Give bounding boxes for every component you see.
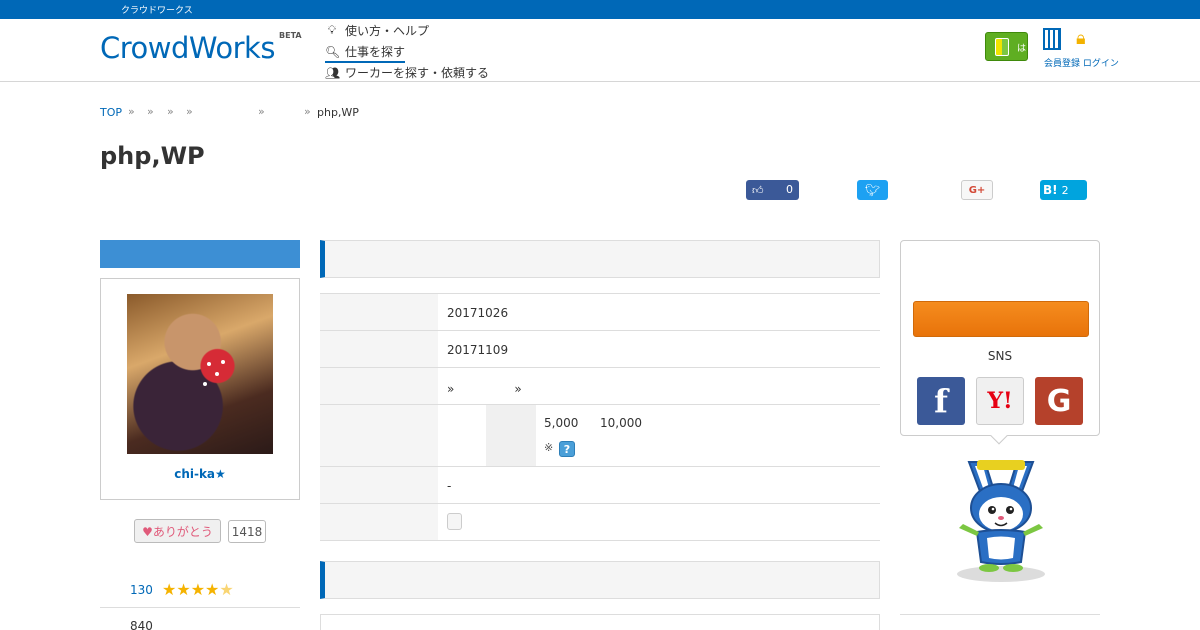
nav-find-workers-label: ワーカーを探す・依頼する [345,66,490,80]
facebook-icon: f [934,382,948,420]
table-row: - [320,467,880,504]
sns-login-label: SNS [987,349,1013,363]
nav-find-workers[interactable]: 👥︎ ワーカーを探す・依頼する [325,64,489,81]
avatar-detail [203,382,207,386]
table-row: 20171026 [320,294,880,331]
google-plus-button[interactable]: G+ [961,180,993,200]
table-row: 20171109 [320,331,880,368]
nav-find-jobs[interactable]: 🔍︎ 仕事を探す [325,43,406,63]
table-row: » » [320,368,880,405]
logo-beta-badge: BETA [279,31,302,40]
client-profile-card: chi-ka★ [100,278,300,500]
breadcrumb-separator: » [186,105,193,118]
row-label [320,331,438,367]
apply-button[interactable] [913,301,1089,337]
table-row [320,504,880,541]
search-icon: 🔍︎ [325,44,341,59]
breadcrumb-top-link[interactable]: TOP [100,106,122,119]
twitter-bird-icon: 🐦︎ [864,183,881,197]
nav-find-jobs-label: 仕事を探す [345,45,406,59]
row-label [320,294,438,330]
budget-min: 5,000 [544,416,579,430]
job-details-section-header [320,240,880,278]
divider [100,607,300,608]
account-links[interactable]: 会員登録 ログイン [1044,56,1119,69]
breadcrumb-separator: » [167,105,174,118]
avatar-detail [221,360,225,364]
nav-help[interactable]: 💡︎ 使い方・ヘルプ [325,22,429,39]
job-category: » » [447,382,522,396]
breadcrumb-separator: » [304,105,311,118]
rating-count[interactable]: 130 [130,583,153,597]
hatena-bookmark-icon: B! [1043,183,1058,197]
star-icons: ★★★★ [162,580,220,599]
help-question-icon[interactable]: ? [559,441,575,457]
beginner-guide-button[interactable]: はじめての方 [985,32,1071,61]
yahoo-login-button[interactable]: Y! [976,377,1024,425]
job-description-section-header [320,561,880,599]
budget-note-mark: ※ [544,441,554,454]
twitter-share-button[interactable]: 🐦︎ [857,180,888,200]
thanks-button[interactable]: ♥ありがとう [134,519,221,543]
avatar-detail [215,372,219,376]
row-label [320,504,438,540]
google-login-button[interactable]: G [1035,377,1083,425]
row-label [320,368,438,404]
table-row: 5,000 10,000 ※ ? [320,405,880,467]
apply-panel: SNS f Y! G [900,240,1100,436]
lightbulb-icon: 💡︎ [327,23,337,37]
application-deadline: 20171109 [447,343,509,357]
top-bar-text: クラウドワークス [121,6,193,16]
breadcrumb-current: php,WP [317,106,359,119]
users-icon: 👥︎ [325,65,341,80]
divider [900,614,1100,615]
nav-help-label: 使い方・ヘルプ [345,24,430,38]
thumbs-up-icon: 👍︎ [752,183,764,197]
secondary-count: 840 [130,619,153,630]
facebook-like-button[interactable]: 👍︎ 0 [746,180,799,200]
crowdworks-logo[interactable]: CrowdWorks [100,31,275,65]
page-title: php,WP [100,142,205,170]
beginner-leaf-icon [995,38,1009,56]
row-label [320,405,438,466]
status-checkbox [447,513,462,530]
hatena-bookmark-count: 2 [1061,183,1069,197]
detail-value-dash: - [447,479,452,493]
lock-icon[interactable]: 🔒︎ [1076,28,1086,49]
hatena-bookmark-button[interactable]: B! 2 [1040,180,1087,200]
rating-stars: ★★★★★ [162,580,234,599]
google-plus-label: G+ [968,184,986,196]
breadcrumb-separator: » [147,105,154,118]
breadcrumb-separator: » [128,105,135,118]
job-details-table: 20171026 20171109 » » 5,000 10,000 ※ ? - [320,293,880,541]
facebook-login-button[interactable]: f [917,377,965,425]
thanks-count: 1418 [228,520,266,543]
mascot-rabbit-icon [957,460,1045,582]
job-description-box [320,614,880,630]
posted-date: 20171026 [447,306,509,320]
breadcrumb-separator: » [258,105,265,118]
site-header: CrowdWorks BETA 💡︎ 使い方・ヘルプ 🔍︎ 仕事を探す 👥︎ ワ… [0,19,1200,82]
yahoo-icon: Y! [987,388,1013,414]
building-icon[interactable] [1043,28,1061,50]
google-icon: G [1046,383,1072,419]
budget-sublabel [486,405,536,466]
budget-max: 10,000 [600,416,642,430]
facebook-like-count: 0 [786,183,793,196]
half-star-icon: ★ [219,580,234,599]
top-bar: クラウドワークス [0,0,1200,19]
avatar-detail [207,362,211,366]
avatar[interactable] [127,294,273,454]
client-section-header [100,240,300,268]
client-username[interactable]: chi-ka★ [101,467,299,481]
row-label [320,467,438,503]
